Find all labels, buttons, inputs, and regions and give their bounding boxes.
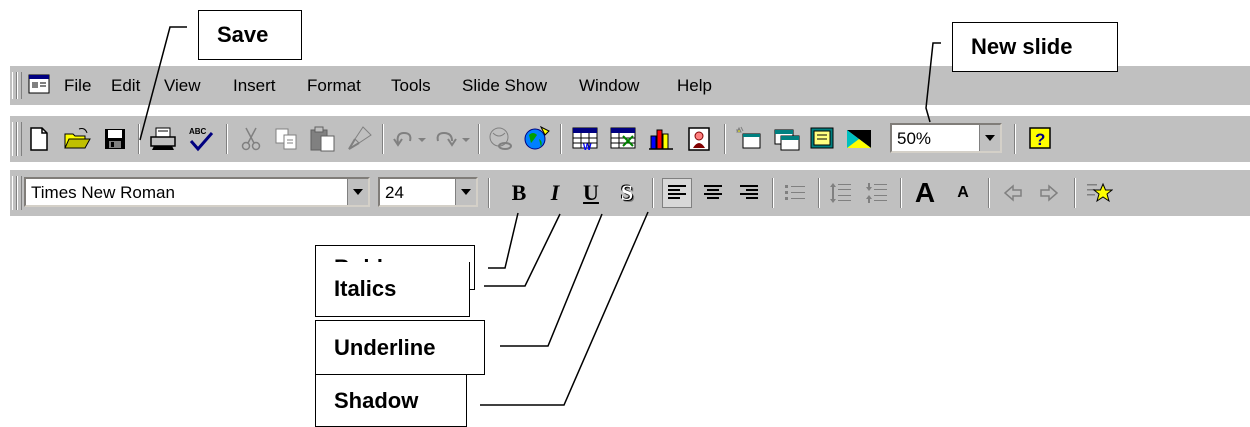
callout-save: Save	[198, 10, 302, 60]
callout-underline: Underline	[315, 320, 485, 375]
new-slide-leader	[925, 42, 941, 123]
callout-shadow: Shadow	[315, 374, 467, 427]
callout-italics: Italics	[315, 262, 470, 317]
italics-leader	[484, 213, 561, 287]
save-leader	[139, 26, 187, 141]
callout-new-slide: New slide	[952, 22, 1118, 72]
bold-leader	[488, 212, 519, 269]
